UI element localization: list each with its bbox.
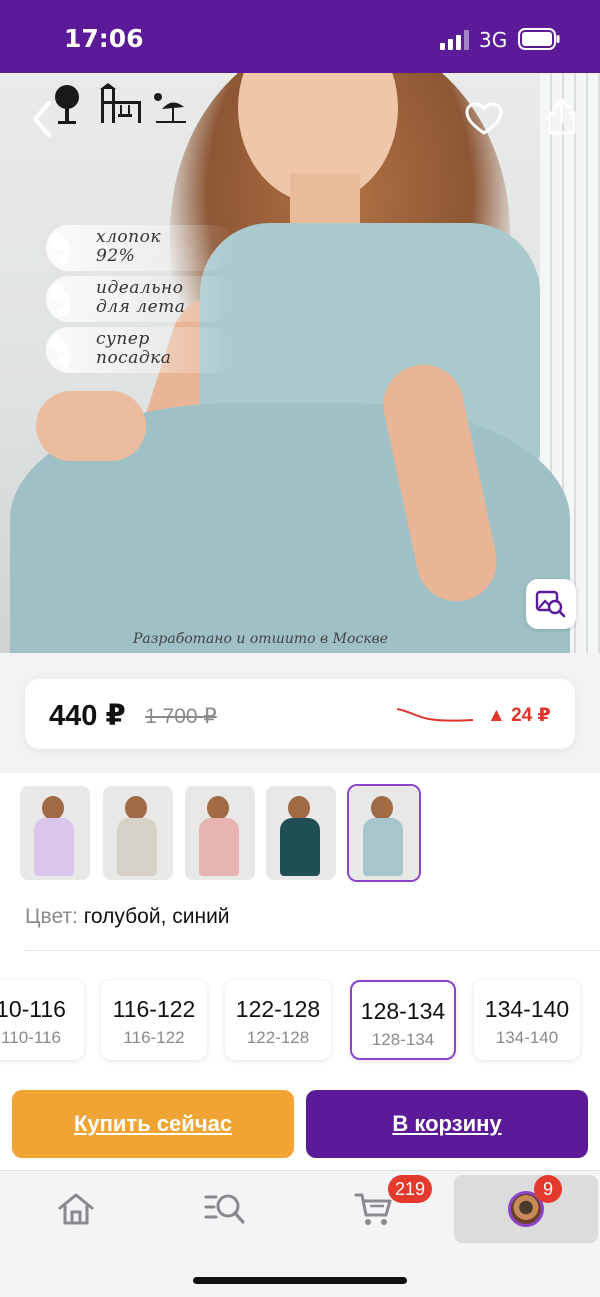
visual-search-button[interactable]: [526, 579, 576, 629]
share-icon: [548, 98, 576, 135]
profile-notification-badge: 9: [534, 1175, 562, 1203]
feature-fit-line1: супер: [96, 329, 150, 349]
tab-catalog[interactable]: [153, 1175, 297, 1243]
variant-thumbnail-lilac[interactable]: [20, 786, 90, 880]
butterfly-icon: [51, 335, 70, 367]
add-to-cart-button[interactable]: В корзину: [306, 1090, 588, 1158]
size-label: 122-128: [235, 996, 321, 1022]
size-label: 128-134: [360, 998, 446, 1024]
current-price: 440 ₽: [49, 700, 126, 732]
cart-count-badge: 219: [388, 1175, 433, 1203]
size-option[interactable]: 116-122 116-122: [101, 980, 207, 1060]
image-caption: Разработано и отшито в Москве: [133, 631, 389, 647]
feature-summer-line1: идеально: [96, 278, 184, 298]
divider: [25, 950, 600, 951]
size-sublabel: 110-116: [1, 1028, 61, 1047]
status-time: 17:06: [64, 24, 144, 53]
feature-cotton-line2: 92%: [96, 246, 136, 266]
butterfly-icon: [51, 284, 70, 316]
size-option[interactable]: 122-128 122-128: [225, 980, 331, 1060]
tab-home[interactable]: [4, 1175, 148, 1243]
color-value: голубой, синий: [83, 905, 230, 928]
product-image[interactable]: хлопок 92% идеально для лета супер посад…: [0, 73, 600, 653]
favorite-button[interactable]: [460, 95, 508, 143]
size-option[interactable]: 10-116 110-116: [0, 980, 84, 1060]
status-bar: 17:06 3G: [0, 0, 600, 73]
variant-thumbnail-pink[interactable]: [185, 786, 255, 880]
butterfly-icon: [51, 233, 70, 265]
network-type: 3G: [479, 28, 508, 52]
photo-hand: [36, 391, 146, 461]
bottom-tab-bar: 219 9: [0, 1170, 600, 1297]
feature-summer: идеально для лета: [46, 276, 246, 322]
signal-strength-icon: [440, 30, 469, 50]
battery-icon: [518, 28, 560, 50]
tree-playground-beach-icon: [55, 83, 186, 124]
size-sublabel: 116-122: [123, 1028, 185, 1047]
old-price: 1 700 ₽: [145, 705, 217, 728]
cart-icon: [354, 1193, 392, 1225]
image-search-icon: [535, 590, 566, 618]
tab-profile[interactable]: 9: [454, 1175, 598, 1243]
size-sublabel: 134-140: [495, 1028, 559, 1047]
price-change: ▲ 24 ₽: [487, 705, 551, 726]
buy-now-button[interactable]: Купить сейчас: [12, 1090, 294, 1158]
size-sublabel: 122-128: [246, 1028, 310, 1047]
feature-summer-line2: для лета: [96, 297, 186, 317]
price-history-chart: [396, 708, 474, 722]
feature-cotton-line1: хлопок: [96, 227, 161, 247]
color-info: Цвет: голубой, синий: [25, 905, 230, 929]
variant-thumbnail-blue[interactable]: [347, 784, 421, 882]
feature-cotton: хлопок 92%: [46, 225, 246, 271]
home-indicator: [193, 1277, 407, 1284]
variant-thumbnail-floral[interactable]: [103, 786, 173, 880]
size-sublabel: 128-134: [371, 1030, 435, 1049]
variant-thumbnail-dark-teal[interactable]: [266, 786, 336, 880]
feature-fit: супер посадка: [46, 327, 246, 373]
size-label: 116-122: [112, 996, 196, 1022]
home-icon: [58, 1193, 94, 1225]
color-label: Цвет:: [25, 905, 78, 928]
size-option[interactable]: 134-140 134-140: [474, 980, 580, 1060]
size-option-selected[interactable]: 128-134 128-134: [350, 980, 456, 1060]
tab-cart[interactable]: 219: [302, 1175, 446, 1243]
size-label: 134-140: [484, 996, 570, 1022]
heart-icon: [465, 102, 503, 135]
size-label: 10-116: [0, 996, 66, 1022]
share-button[interactable]: [538, 93, 586, 141]
price-card[interactable]: 440 ₽ 1 700 ₽ ▲ 24 ₽: [25, 679, 575, 749]
feature-fit-line2: посадка: [96, 348, 172, 368]
catalog-search-icon: [204, 1194, 245, 1224]
